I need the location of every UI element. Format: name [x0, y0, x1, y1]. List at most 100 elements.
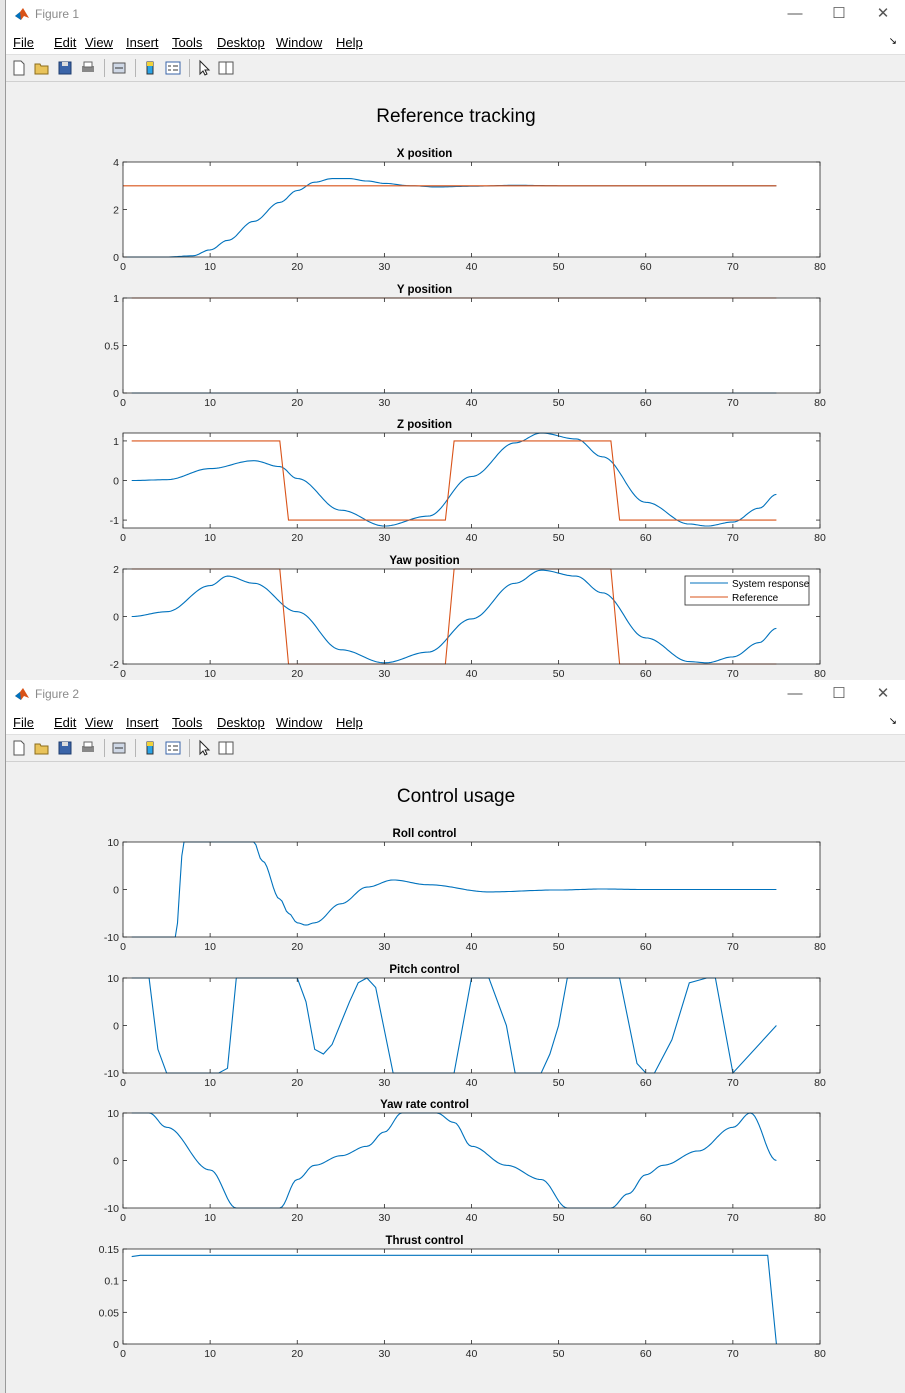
minimize-button[interactable]: — — [773, 680, 817, 710]
menu-window[interactable]: Window — [276, 35, 322, 50]
y-tick-label: 0.15 — [99, 1244, 120, 1256]
menu-label: Edit — [54, 35, 77, 50]
menu-label: Desktop — [217, 715, 265, 730]
x-tick-label: 80 — [814, 261, 826, 273]
y-tick-label: -10 — [104, 1203, 119, 1215]
x-tick-label: 40 — [466, 1077, 478, 1089]
menu-bar: File Edit View Insert Tools Desktop Window Help… — [6, 710, 905, 735]
menu-file[interactable]: File — [13, 715, 34, 730]
menu-overflow-arrow-icon[interactable]: ↘ — [889, 716, 897, 727]
x-tick-label: 0 — [120, 941, 126, 953]
menu-overflow-arrow-icon[interactable]: ↘ — [889, 36, 897, 47]
x-tick-label: 30 — [379, 668, 391, 680]
x-tick-label: 60 — [640, 1348, 652, 1360]
property-editor-icon[interactable] — [217, 739, 235, 757]
axes-title: Pitch control — [389, 964, 459, 976]
x-tick-label: 10 — [204, 1212, 216, 1224]
colorbar-icon[interactable] — [141, 739, 159, 757]
x-tick-label: 70 — [727, 261, 739, 273]
y-tick-label: 0 — [113, 476, 119, 488]
x-tick-label: 20 — [291, 1212, 303, 1224]
colorbar-icon[interactable] — [141, 59, 159, 77]
x-tick-label: 40 — [466, 397, 478, 409]
menu-edit[interactable]: Edit — [54, 715, 76, 730]
axes-background — [123, 1249, 820, 1344]
x-tick-label: 70 — [727, 941, 739, 953]
title-bar[interactable]: Figure 1 — ☐ ✕ — [6, 0, 905, 30]
x-tick-label: 80 — [814, 668, 826, 680]
link-icon[interactable] — [110, 739, 128, 757]
new-file-icon[interactable] — [10, 59, 28, 77]
x-tick-label: 30 — [379, 941, 391, 953]
menu-tools[interactable]: Tools — [172, 35, 202, 50]
x-tick-label: 70 — [727, 397, 739, 409]
menu-label: Help — [336, 715, 363, 730]
menu-help[interactable]: Help — [336, 35, 363, 50]
y-tick-label: 10 — [107, 837, 119, 849]
matlab-logo-icon — [15, 688, 29, 700]
print-icon[interactable] — [79, 59, 97, 77]
menu-insert[interactable]: Insert — [126, 715, 159, 730]
x-tick-label: 30 — [379, 261, 391, 273]
legend-icon[interactable] — [164, 739, 182, 757]
y-tick-label: 0 — [113, 885, 119, 897]
axes-background — [123, 1113, 820, 1208]
property-editor-icon[interactable] — [217, 59, 235, 77]
print-icon[interactable] — [79, 739, 97, 757]
menu-desktop[interactable]: Desktop — [217, 35, 265, 50]
legend[interactable]: System response Reference — [684, 575, 810, 606]
menu-tools[interactable]: Tools — [172, 715, 202, 730]
menu-insert[interactable]: Insert — [126, 35, 159, 50]
x-tick-label: 10 — [204, 1348, 216, 1360]
new-file-icon[interactable] — [10, 739, 28, 757]
toolbar-separator — [189, 739, 190, 757]
axes-roll-control[interactable]: Roll control0 10 20 30 40 50 60 70 80-10010 — [104, 828, 826, 953]
axes-z-position[interactable]: Z position0 10 20 30 40 50 60 70 80-101 — [110, 419, 826, 544]
x-tick-label: 10 — [204, 668, 216, 680]
y-tick-label: 2 — [113, 205, 119, 217]
pointer-icon[interactable] — [195, 739, 213, 757]
x-tick-label: 30 — [379, 1212, 391, 1224]
maximize-button[interactable]: ☐ — [817, 680, 861, 710]
link-icon[interactable] — [110, 59, 128, 77]
save-icon[interactable] — [56, 739, 74, 757]
title-bar[interactable]: Figure 2 — ☐ ✕ — [6, 680, 905, 710]
axes-pitch-control[interactable]: Pitch control0 10 20 30 40 50 60 70 80-10010 — [104, 964, 826, 1089]
axes-background — [123, 162, 820, 257]
menu-help[interactable]: Help — [336, 715, 363, 730]
x-tick-label: 70 — [727, 532, 739, 544]
axes-y-position[interactable]: Y position 0 10 20 30 40 50 60 70 80 0 0.5 1 — [104, 284, 826, 409]
toolbar-separator — [135, 59, 136, 77]
pointer-icon[interactable] — [195, 59, 213, 77]
x-tick-label: 80 — [814, 1212, 826, 1224]
menu-bar: File Edit View Insert Tools Desktop Window Help… — [6, 30, 905, 55]
y-tick-label: 10 — [107, 973, 119, 985]
axes-yaw-position[interactable]: Yaw position0 10 20 30 40 50 60 70 80-202System … — [110, 555, 826, 680]
x-tick-label: 30 — [379, 1348, 391, 1360]
y-tick-label: -1 — [110, 515, 119, 527]
matlab-logo-icon — [15, 8, 29, 20]
open-folder-icon[interactable] — [33, 59, 51, 77]
axes-thrust-control[interactable]: Thrust control 0 10 20 30 40 50 60 70 80 0 0.05 0.1 0… — [99, 1235, 826, 1360]
menu-label: View — [85, 35, 113, 50]
x-tick-label: 60 — [640, 261, 652, 273]
open-folder-icon[interactable] — [33, 739, 51, 757]
maximize-button[interactable]: ☐ — [817, 0, 861, 30]
menu-window[interactable]: Window — [276, 715, 322, 730]
close-button[interactable]: ✕ — [861, 680, 905, 710]
minimize-button[interactable]: — — [773, 0, 817, 30]
close-button[interactable]: ✕ — [861, 0, 905, 30]
menu-view[interactable]: View — [85, 715, 113, 730]
y-tick-label: 0 — [113, 612, 119, 624]
axes-yaw-rate-control[interactable]: Yaw rate control0 10 20 30 40 50 60 70 80-10010 — [104, 1099, 826, 1224]
y-tick-label: -10 — [104, 932, 119, 944]
menu-file[interactable]: File — [13, 35, 34, 50]
x-tick-label: 50 — [553, 532, 565, 544]
save-icon[interactable] — [56, 59, 74, 77]
menu-edit[interactable]: Edit — [54, 35, 76, 50]
menu-view[interactable]: View — [85, 35, 113, 50]
menu-desktop[interactable]: Desktop — [217, 715, 265, 730]
axes-x-position[interactable]: X position 0 10 20 30 40 50 60 70 80 0 2 4 — [113, 148, 826, 273]
x-tick-label: 10 — [204, 261, 216, 273]
legend-icon[interactable] — [164, 59, 182, 77]
